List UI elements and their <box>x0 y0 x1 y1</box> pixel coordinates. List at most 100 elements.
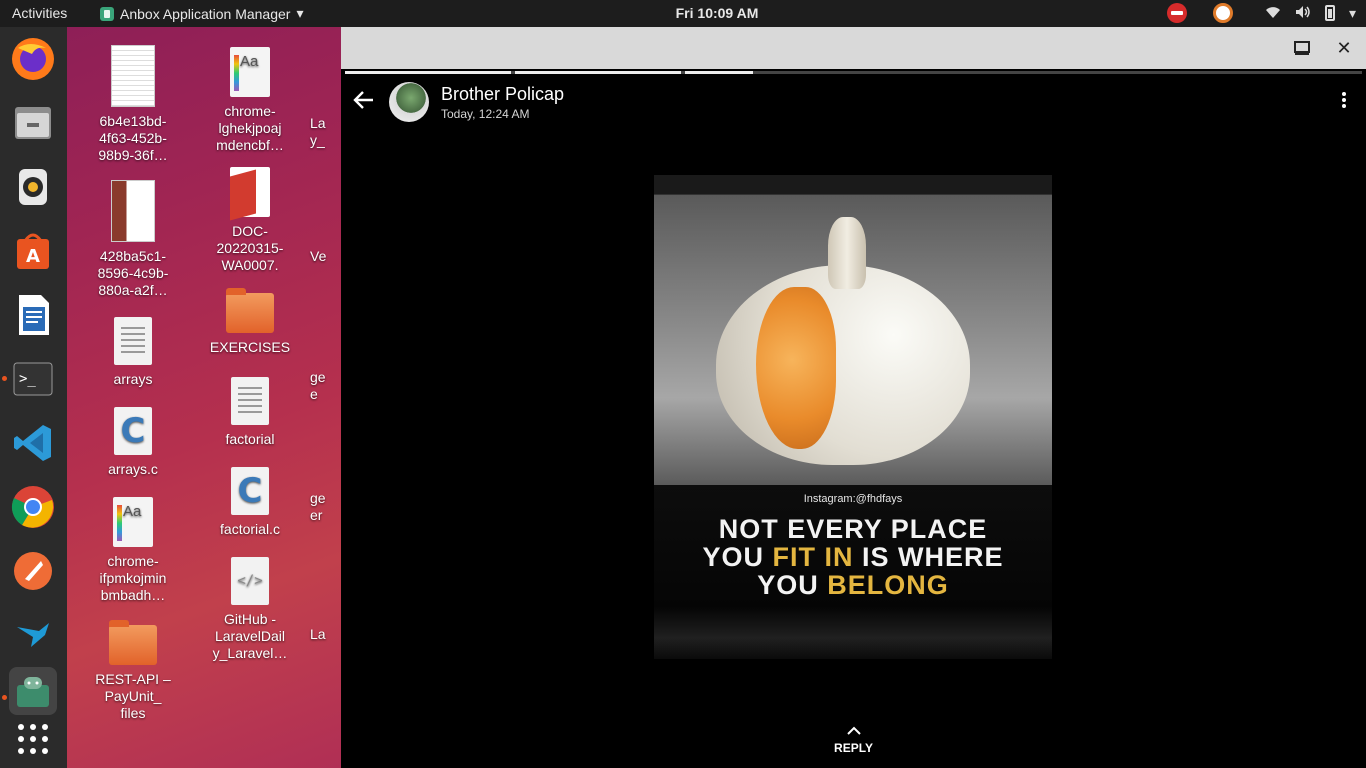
quote-text-part: YOU <box>757 570 828 600</box>
desktop-icon-label-partial[interactable]: La y_ <box>310 115 341 149</box>
back-arrow-icon[interactable] <box>353 89 375 117</box>
desktop-icon-label: DOC- 20220315- WA0007. <box>216 223 284 273</box>
desktop-icon-label: GitHub - LaravelDail y_Laravel… <box>212 611 288 661</box>
desktop-file-icon[interactable]: </> GitHub - LaravelDail y_Laravel… <box>200 557 300 662</box>
libreoffice-writer-icon[interactable] <box>9 291 57 339</box>
desktop-file-icon[interactable]: Aa chrome- lghekjpoaj mdencbf… <box>200 47 300 154</box>
show-applications-icon[interactable] <box>9 715 57 763</box>
chevron-down-icon[interactable]: ▾ <box>1349 5 1356 22</box>
instagram-handle: Instagram:@fhdfays <box>803 493 903 505</box>
avatar[interactable] <box>389 82 429 122</box>
desktop-icon-label: 6b4e13bd- 4f63-452b- 98b9-36f… <box>98 113 168 163</box>
svg-text:A: A <box>26 246 40 267</box>
window-titlebar[interactable]: ✕ <box>341 27 1366 69</box>
files-icon[interactable] <box>9 99 57 147</box>
running-indicator <box>2 695 7 700</box>
pdf-file-icon <box>230 167 270 217</box>
desktop-folder-icon[interactable]: EXERCISES <box>200 288 300 356</box>
status-header: Brother Policap Today, 12:24 AM <box>341 75 1366 131</box>
quote-text-part: IS WHERE <box>853 542 1004 572</box>
orange-segment <box>756 287 836 449</box>
maximize-icon[interactable] <box>1291 37 1313 59</box>
chevron-up-icon <box>341 725 1366 737</box>
garlic-bulb <box>716 265 970 465</box>
desktop: 6b4e13bd- 4f63-452b- 98b9-36f… 428ba5c1-… <box>67 27 341 768</box>
postman-icon[interactable] <box>9 547 57 595</box>
desktop-file-icon[interactable]: 6b4e13bd- 4f63-452b- 98b9-36f… <box>83 45 183 164</box>
desktop-file-icon[interactable]: 428ba5c1- 8596-4c9b- 880a-a2f… <box>83 180 183 299</box>
font-file-icon: Aa <box>113 497 153 547</box>
quote-line-2: YOU FIT IN IS WHERE <box>654 543 1052 571</box>
desktop-icon-label: factorial <box>225 431 275 447</box>
image-border <box>654 175 1052 195</box>
reply-label: REPLY <box>834 741 873 755</box>
c-source-file-icon: C <box>114 407 152 455</box>
desktop-file-icon[interactable]: C factorial.c <box>200 467 300 538</box>
desktop-file-icon[interactable]: DOC- 20220315- WA0007. <box>200 167 300 274</box>
quote-text: NOT EVERY PLACE YOU FIT IN IS WHERE YOU … <box>654 515 1052 599</box>
desktop-icon-label: REST-API – PayUnit_ files <box>95 671 171 721</box>
alarm-clock-icon[interactable] <box>1212 3 1233 23</box>
document-thumbnail-icon <box>111 180 155 242</box>
quote-highlight: BELONG <box>827 570 949 600</box>
desktop-icon-label: EXERCISES <box>209 339 291 355</box>
desktop-file-icon[interactable]: C arrays.c <box>83 407 183 478</box>
status-progress-bar <box>345 71 1362 74</box>
document-thumbnail-icon <box>111 45 155 107</box>
text-file-icon <box>114 317 152 365</box>
chrome-icon[interactable] <box>9 483 57 531</box>
contact-name: Brother Policap <box>441 84 565 104</box>
rhythmbox-icon[interactable] <box>9 163 57 211</box>
desktop-file-icon[interactable]: factorial <box>200 377 300 448</box>
desktop-icon-label-partial[interactable]: La <box>310 626 341 643</box>
desktop-icon-label-partial[interactable]: ge er <box>310 490 341 524</box>
desktop-icon-label: factorial.c <box>220 521 280 537</box>
html-file-icon: </> <box>231 557 269 605</box>
wifi-icon[interactable] <box>1265 5 1281 22</box>
desktop-icon-label: arrays.c <box>108 461 158 477</box>
clock[interactable]: Fri 10:09 AM <box>0 5 1366 21</box>
software-center-icon[interactable]: A <box>9 227 57 275</box>
folder-icon <box>109 620 157 665</box>
volume-icon[interactable] <box>1295 5 1311 22</box>
desktop-icon-label: arrays <box>113 371 153 387</box>
dock: A >_ <box>0 27 67 768</box>
progress-segment <box>515 71 681 74</box>
c-source-file-icon: C <box>231 467 269 515</box>
terminal-icon[interactable]: >_ <box>9 355 57 403</box>
desktop-icon-label: chrome- lghekjpoaj mdencbf… <box>216 103 284 153</box>
desktop-icon-label: chrome- ifpmkojmin bmbadh… <box>99 553 167 603</box>
font-file-icon: Aa <box>230 47 270 97</box>
status-timestamp: Today, 12:24 AM <box>441 107 530 121</box>
garlic-stem <box>828 217 866 289</box>
text-file-icon <box>231 377 269 425</box>
anbox-window: ✕ Brother Policap Today, 12:24 AM Instag… <box>341 27 1366 768</box>
desktop-icon-label-partial[interactable]: ge e <box>310 369 341 403</box>
system-tray[interactable]: ▾ <box>1166 3 1356 23</box>
kingfisher-icon[interactable] <box>9 611 57 659</box>
top-bar: Activities Anbox Application Manager ▾ F… <box>0 0 1366 27</box>
quote-text-part: YOU <box>702 542 773 572</box>
do-not-disturb-icon[interactable] <box>1166 3 1187 23</box>
progress-segment <box>685 71 753 74</box>
image-caption-area: Instagram:@fhdfays NOT EVERY PLACE YOU F… <box>654 485 1052 659</box>
anbox-icon[interactable] <box>9 667 57 715</box>
reply-button[interactable]: REPLY <box>341 725 1366 755</box>
desktop-file-icon[interactable]: Aa chrome- ifpmkojmin bmbadh… <box>83 497 183 604</box>
folder-icon <box>226 288 274 333</box>
desktop-file-icon[interactable]: arrays <box>83 317 183 388</box>
battery-icon[interactable] <box>1324 5 1335 21</box>
status-image[interactable]: Instagram:@fhdfays NOT EVERY PLACE YOU F… <box>654 175 1052 659</box>
garlic-photo <box>654 195 1052 485</box>
more-options-icon[interactable] <box>1340 91 1348 109</box>
desktop-icon-label-partial[interactable]: Ve <box>310 248 341 265</box>
progress-segment <box>345 71 511 74</box>
close-icon[interactable]: ✕ <box>1333 37 1355 59</box>
desktop-folder-icon[interactable]: REST-API – PayUnit_ files <box>83 620 183 722</box>
vscode-icon[interactable] <box>9 419 57 467</box>
firefox-icon[interactable] <box>9 35 57 83</box>
quote-highlight: FIT IN <box>772 542 854 572</box>
svg-text:>_: >_ <box>19 371 36 387</box>
quote-line-3: YOU BELONG <box>654 571 1052 599</box>
quote-line-1: NOT EVERY PLACE <box>718 514 988 544</box>
